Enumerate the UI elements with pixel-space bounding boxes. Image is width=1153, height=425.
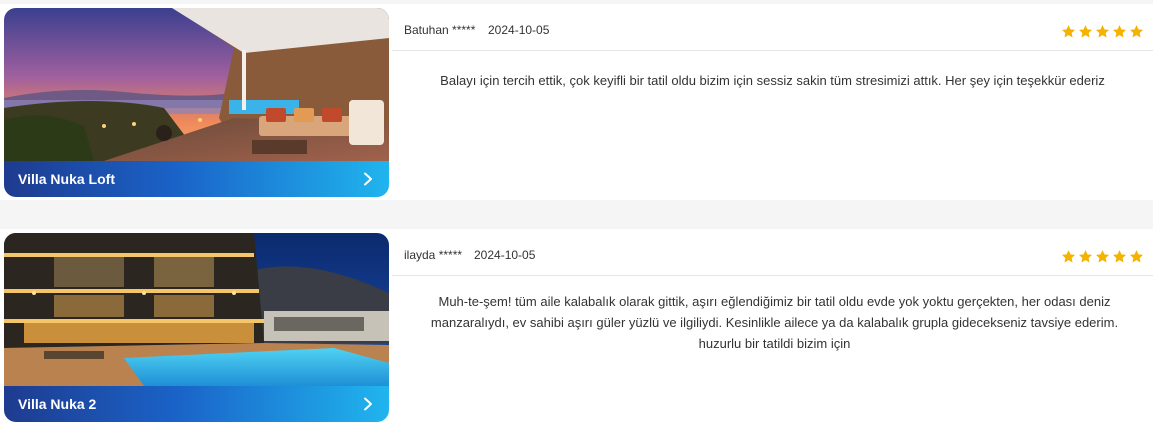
star-icon	[1129, 25, 1144, 38]
review-card: Villa Nuka Loft Batuhan ***** 2024-10-05…	[0, 4, 1153, 200]
review-body: Batuhan ***** 2024-10-05 Balayı için ter…	[392, 4, 1153, 200]
villa-name: Villa Nuka 2	[18, 396, 97, 412]
review-text: Balayı için tercih ettik, çok keyifli bi…	[440, 73, 1105, 88]
villa-bar[interactable]: Villa Nuka 2	[4, 386, 389, 422]
star-rating	[1061, 249, 1144, 264]
star-icon	[1129, 250, 1144, 263]
villa-tile[interactable]: Villa Nuka Loft	[4, 8, 389, 197]
star-icon	[1112, 250, 1127, 263]
star-icon	[1061, 25, 1076, 38]
review-card: Villa Nuka 2 ilayda ***** 2024-10-05 Muh…	[0, 229, 1153, 425]
reviewer-name: ilayda *****	[404, 248, 463, 262]
review-date: 2024-10-05	[488, 23, 550, 37]
star-icon	[1078, 25, 1093, 38]
villa-photo	[4, 233, 389, 386]
chevron-right-icon	[364, 172, 372, 186]
star-rating	[1061, 24, 1144, 39]
star-icon	[1095, 250, 1110, 263]
villa-photo	[4, 8, 389, 161]
star-icon	[1078, 250, 1093, 263]
review-body: ilayda ***** 2024-10-05 Muh-te-şem! tüm …	[392, 229, 1153, 425]
star-icon	[1095, 25, 1110, 38]
review-header: ilayda ***** 2024-10-05	[392, 229, 1153, 276]
chevron-right-icon	[364, 397, 372, 411]
review-date: 2024-10-05	[474, 248, 536, 262]
star-icon	[1061, 250, 1076, 263]
star-icon	[1112, 25, 1127, 38]
villa-name: Villa Nuka Loft	[18, 171, 115, 187]
review-header: Batuhan ***** 2024-10-05	[392, 4, 1153, 51]
villa-tile[interactable]: Villa Nuka 2	[4, 233, 389, 422]
reviewer-name: Batuhan *****	[404, 23, 476, 37]
review-text: Muh-te-şem! tüm aile kalabalık olarak gi…	[430, 294, 1119, 351]
villa-bar[interactable]: Villa Nuka Loft	[4, 161, 389, 197]
